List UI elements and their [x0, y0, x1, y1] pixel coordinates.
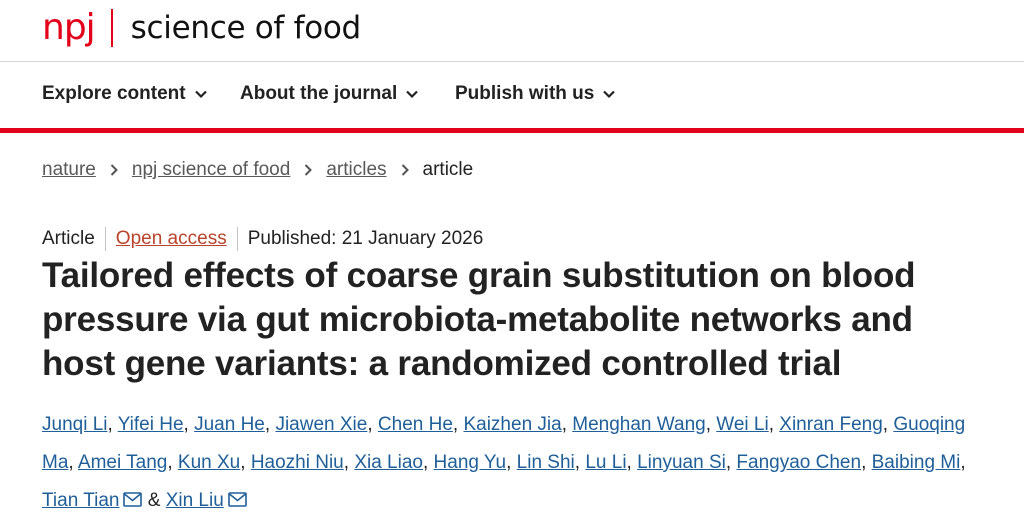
author-separator: , [574, 452, 586, 473]
nav-about-journal[interactable]: About the journal [240, 83, 419, 105]
breadcrumb-journal[interactable]: npj science of food [132, 159, 290, 181]
article-type: Article [42, 228, 95, 249]
author-separator: , [506, 452, 517, 473]
author-separator: , [452, 414, 464, 435]
nav-label: Publish with us [455, 83, 595, 104]
author-list: Junqi Li, Yifei He, Juan He, Jiawen Xie,… [42, 406, 982, 520]
brand-divider [0, 128, 1024, 133]
masthead: npj science of food [0, 0, 1024, 62]
open-access-link[interactable]: Open access [116, 228, 227, 250]
author-link[interactable]: Juan He [194, 414, 265, 435]
mail-icon[interactable] [123, 483, 143, 507]
author-link[interactable]: Hang Yu [434, 452, 507, 473]
chevron-down-icon [406, 90, 419, 99]
author-separator: , [725, 452, 737, 473]
author-link[interactable]: Xia Liao [354, 452, 423, 473]
author-separator: , [882, 414, 894, 435]
author-link[interactable]: Baibing Mi [872, 452, 961, 473]
author-link[interactable]: Kun Xu [178, 452, 240, 473]
author-separator: , [768, 414, 780, 435]
logo-divider [110, 9, 113, 47]
article-meta: Article Open access Published: 21 Januar… [42, 227, 483, 251]
breadcrumb-articles[interactable]: articles [326, 159, 386, 181]
nav-label: Explore content [42, 83, 186, 104]
author-separator: , [705, 414, 717, 435]
chevron-right-icon [305, 164, 313, 176]
author-link[interactable]: Linyuan Si [637, 452, 726, 473]
author-separator: , [960, 452, 966, 473]
author-link[interactable]: Tian Tian [42, 490, 119, 511]
author-separator: , [240, 452, 251, 473]
author-link[interactable]: Lu Li [585, 452, 626, 473]
author-separator: , [561, 414, 573, 435]
author-separator: , [343, 452, 355, 473]
author-link[interactable]: Fangyao Chen [736, 452, 861, 473]
author-separator: , [626, 452, 638, 473]
author-separator: , [422, 452, 434, 473]
author-separator: , [861, 452, 872, 473]
author-separator: , [264, 414, 276, 435]
chevron-down-icon [194, 90, 207, 99]
mail-icon[interactable] [227, 483, 247, 507]
nav-publish-with-us[interactable]: Publish with us [455, 83, 616, 105]
author-separator: , [107, 414, 118, 435]
meta-divider [236, 227, 238, 251]
logo-npj: npj [42, 7, 96, 48]
logo-title: science of food [130, 10, 362, 46]
author-link[interactable]: Chen He [378, 414, 453, 435]
author-separator: , [183, 414, 195, 435]
breadcrumb-current: article [422, 159, 474, 180]
author-link[interactable]: Xinran Feng [779, 414, 883, 435]
published-date: Published: 21 January 2026 [247, 228, 484, 249]
meta-divider [104, 227, 106, 251]
author-link[interactable]: Jiawen Xie [275, 414, 367, 435]
author-separator: & [142, 490, 166, 511]
journal-logo[interactable]: npj science of food [42, 6, 361, 50]
author-link[interactable]: Kaizhen Jia [463, 414, 561, 435]
breadcrumb-nature[interactable]: nature [42, 159, 96, 181]
author-link[interactable]: Junqi Li [42, 414, 108, 435]
author-link[interactable]: Wei Li [716, 414, 768, 435]
article-title: Tailored effects of coarse grain substit… [42, 256, 916, 383]
author-separator: , [167, 452, 178, 473]
nav-explore-content[interactable]: Explore content [42, 83, 208, 105]
author-link[interactable]: Yifei He [118, 414, 184, 435]
author-link[interactable]: Xin Liu [166, 490, 224, 511]
author-link[interactable]: Amei Tang [78, 452, 167, 473]
main-nav: Explore content About the journal Publis… [0, 62, 1024, 128]
chevron-right-icon [110, 164, 118, 176]
author-separator: , [68, 452, 78, 473]
breadcrumb: nature npj science of food articles arti… [42, 159, 473, 181]
author-link[interactable]: Lin Shi [517, 452, 575, 473]
author-link[interactable]: Haozhi Niu [251, 452, 344, 473]
nav-label: About the journal [240, 83, 398, 104]
author-link[interactable]: Menghan Wang [572, 414, 705, 435]
chevron-down-icon [603, 90, 616, 99]
author-separator: , [367, 414, 378, 435]
chevron-right-icon [401, 164, 409, 176]
